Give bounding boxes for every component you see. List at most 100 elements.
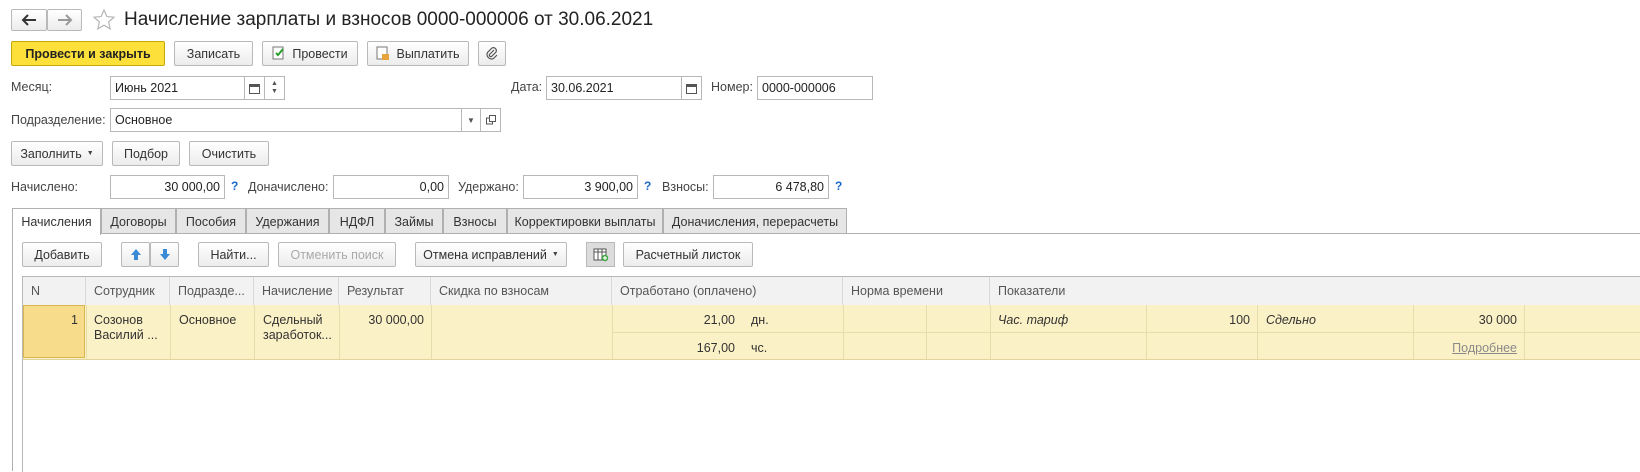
col-divider <box>431 305 432 359</box>
page-title: Начисление зарплаты и взносов 0000-00000… <box>124 9 654 30</box>
forward-button[interactable] <box>47 9 82 31</box>
open-window-icon <box>485 115 496 125</box>
accrual-line2: заработок... <box>263 328 332 342</box>
column-header-worked[interactable]: Отработано (оплачено) <box>612 277 843 305</box>
number-label: Номер: <box>711 80 753 94</box>
division-label: Подразделение: <box>11 113 106 127</box>
division-open-button[interactable] <box>480 108 501 132</box>
month-calendar-button[interactable] <box>244 76 265 100</box>
post-and-close-button[interactable]: Провести и закрыть <box>11 41 165 66</box>
withheld-label: Удержано: <box>458 180 519 194</box>
tab-contributions[interactable]: Взносы <box>443 208 507 234</box>
move-up-button[interactable] <box>121 242 150 267</box>
indicator1-value: 100 <box>1229 313 1250 327</box>
indicator1-name: Час. тариф <box>998 313 1069 327</box>
result-cell: 30 000,00 <box>368 313 424 327</box>
tab-additional-accruals[interactable]: Доначисления, перерасчеты <box>663 208 847 234</box>
tab-panel-top-border <box>101 233 1640 234</box>
arrow-right-icon <box>57 14 72 26</box>
col-divider <box>170 305 171 359</box>
pay-button-label: Выплатить <box>396 46 460 61</box>
arrow-down-icon <box>159 249 170 260</box>
column-header-result[interactable]: Результат <box>339 277 431 305</box>
arrow-left-icon <box>21 14 36 26</box>
withheld-help-icon[interactable]: ? <box>644 179 651 193</box>
col-divider <box>86 305 87 359</box>
additional-label: Доначислено: <box>248 180 329 194</box>
division-dropdown-button[interactable]: ▼ <box>461 108 481 132</box>
accrued-field: 30 000,00 <box>110 175 225 199</box>
column-header-division[interactable]: Подразде... <box>170 277 254 305</box>
column-header-accrual[interactable]: Начисление <box>254 277 339 305</box>
table-add-icon <box>593 248 608 261</box>
column-header-n[interactable]: N <box>23 277 86 305</box>
attach-file-button[interactable] <box>478 41 506 66</box>
post-button[interactable]: Провести <box>262 41 358 66</box>
col-divider <box>254 305 255 359</box>
accrued-label: Начислено: <box>11 180 79 194</box>
cancel-corrections-label: Отмена исправлений <box>423 247 547 262</box>
back-button[interactable] <box>11 9 47 31</box>
column-header-indicators[interactable]: Показатели <box>990 277 1640 305</box>
cancel-corrections-button[interactable]: Отмена исправлений ▼ <box>415 242 567 267</box>
calendar-icon <box>249 83 260 94</box>
select-button[interactable]: Подбор <box>112 141 180 166</box>
tab-panel-left-border <box>12 233 13 471</box>
accrual-line1: Сдельный <box>263 313 323 327</box>
tab-deductions[interactable]: Удержания <box>246 208 329 234</box>
withheld-field: 3 900,00 <box>523 175 638 199</box>
calendar-icon <box>686 83 697 94</box>
paperclip-icon <box>486 46 498 60</box>
favorite-star-icon[interactable] <box>92 8 116 35</box>
date-field[interactable]: 30.06.2021 <box>546 76 682 100</box>
worked-days: 21,00 <box>703 313 735 327</box>
indicator2-name: Сдельно <box>1266 313 1316 327</box>
month-stepper[interactable]: ▲ ▼ <box>264 76 285 100</box>
month-field[interactable]: Июнь 2021 <box>110 76 245 100</box>
chevron-down-icon: ▼ <box>86 150 94 157</box>
pay-document-icon <box>376 46 390 60</box>
month-label: Месяц: <box>11 80 53 94</box>
row-number: 1 <box>71 313 78 327</box>
worked-hours: 167,00 <box>696 341 735 355</box>
employee-line2: Василий ... <box>94 328 158 342</box>
stepper-up-icon[interactable]: ▲ <box>271 80 278 88</box>
tab-ndfl[interactable]: НДФЛ <box>329 208 385 234</box>
tab-loans[interactable]: Займы <box>385 208 443 234</box>
stepper-down-icon[interactable]: ▼ <box>271 88 278 96</box>
find-button[interactable]: Найти... <box>198 242 269 267</box>
additional-field: 0,00 <box>333 175 449 199</box>
add-row-button[interactable]: Добавить <box>22 242 102 267</box>
fill-button-label: Заполнить <box>20 146 82 161</box>
days-unit: дн. <box>751 313 769 327</box>
cancel-search-button[interactable]: Отменить поиск <box>278 242 396 267</box>
column-header-employee[interactable]: Сотрудник <box>86 277 170 305</box>
date-calendar-button[interactable] <box>681 76 702 100</box>
contributions-label: Взносы: <box>662 180 709 194</box>
fill-button[interactable]: Заполнить ▼ <box>11 141 103 166</box>
column-header-norm[interactable]: Норма времени <box>843 277 990 305</box>
number-field[interactable]: 0000-000006 <box>757 76 873 100</box>
post-button-label: Провести <box>292 46 348 61</box>
employee-line1: Созонов <box>94 313 143 327</box>
write-button[interactable]: Записать <box>174 41 253 66</box>
tab-accruals[interactable]: Начисления <box>12 208 101 235</box>
arrow-up-icon <box>130 249 141 260</box>
division-field[interactable]: Основное <box>110 108 462 132</box>
contributions-field: 6 478,80 <box>713 175 829 199</box>
chevron-down-icon: ▼ <box>467 115 475 125</box>
date-label: Дата: <box>511 80 543 94</box>
column-header-contribution-discount[interactable]: Скидка по взносам <box>431 277 612 305</box>
payslip-button[interactable]: Расчетный листок <box>623 242 753 267</box>
table-settings-button[interactable] <box>586 242 615 267</box>
clear-button[interactable]: Очистить <box>189 141 269 166</box>
tab-contracts[interactable]: Договоры <box>101 208 176 234</box>
details-link[interactable]: Подробнее <box>1413 341 1517 355</box>
move-down-button[interactable] <box>150 242 179 267</box>
pay-button[interactable]: Выплатить <box>367 41 469 66</box>
tab-payment-corrections[interactable]: Корректировки выплаты <box>507 208 663 234</box>
accrued-help-icon[interactable]: ? <box>231 179 238 193</box>
contributions-help-icon[interactable]: ? <box>835 179 842 193</box>
tab-benefits[interactable]: Пособия <box>176 208 246 234</box>
indicator2-value: 30 000 <box>1478 313 1517 327</box>
